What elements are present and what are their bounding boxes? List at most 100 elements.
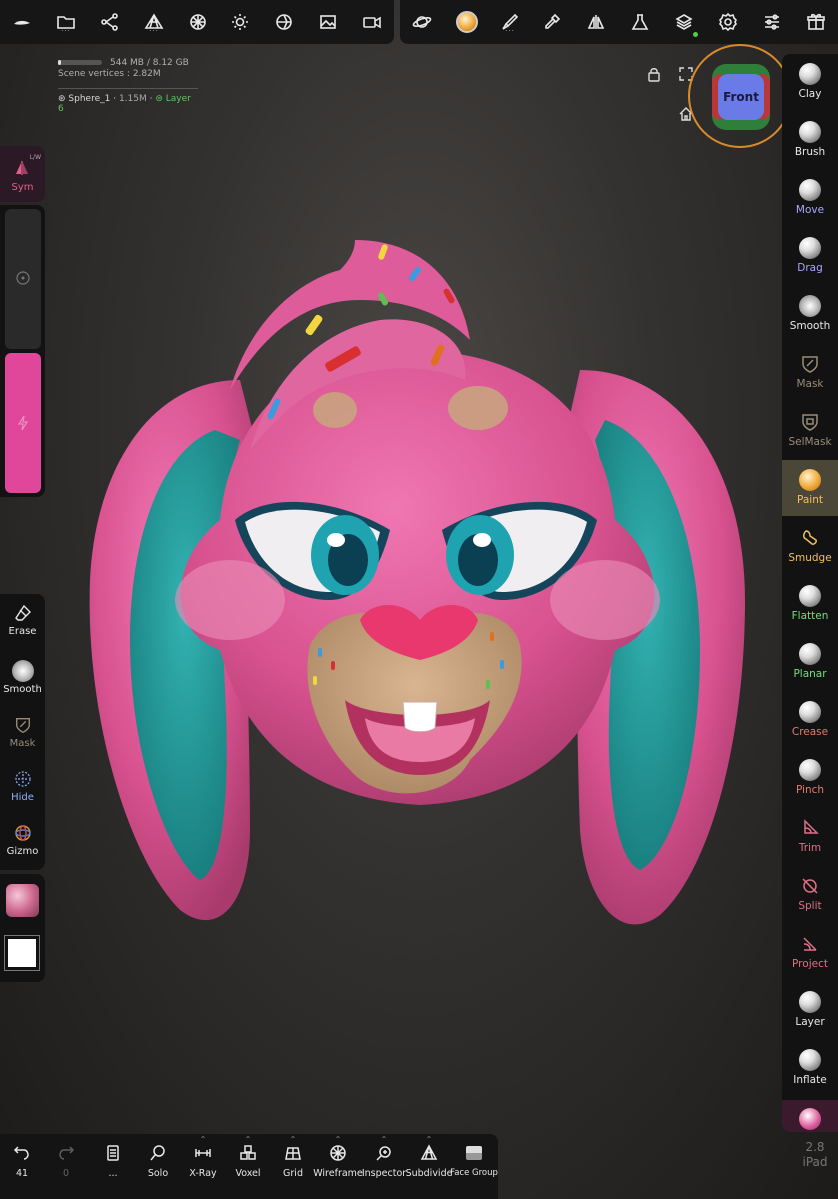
xray-button[interactable]: ^ X-Ray [181, 1136, 225, 1192]
material-preview[interactable] [6, 884, 39, 917]
tool-pinch[interactable]: Pinch [782, 750, 838, 806]
tool-drag[interactable]: Drag [782, 228, 838, 284]
tool-gizmo[interactable]: Gizmo [0, 814, 45, 868]
redo-count: 0 [62, 1168, 70, 1179]
object-icon: ⊛ [58, 94, 66, 104]
tool-label: Paint [797, 494, 823, 506]
top-toolbar-right: ... [400, 0, 838, 44]
tool-label: Smudge [788, 552, 832, 564]
inspector-button[interactable]: ^ Inspector [361, 1136, 407, 1192]
lock-icon[interactable] [646, 66, 662, 82]
sym-mode-label: L/W [29, 154, 41, 161]
radius-slider[interactable] [5, 209, 41, 377]
tool-crease[interactable]: Crease [782, 692, 838, 748]
material-sphere-icon[interactable] [184, 8, 212, 36]
tool-label: Planar [793, 668, 827, 680]
light-icon[interactable] [226, 8, 254, 36]
tool-selmask[interactable]: SelMask [782, 402, 838, 458]
picker-icon[interactable] [538, 8, 566, 36]
facegroup-button[interactable]: Face Group [450, 1142, 498, 1192]
grid-icon [282, 1142, 304, 1164]
next-tool-ball-icon [799, 1108, 821, 1130]
symmetry-toggle[interactable]: L/W Sym [0, 146, 45, 202]
view-cube-gizmo[interactable]: Front [688, 44, 792, 148]
brush-stroke-icon[interactable]: ... [496, 8, 524, 36]
settings-gear-icon[interactable] [714, 8, 742, 36]
voxel-button[interactable]: ^ Voxel [226, 1136, 270, 1192]
gift-icon[interactable] [802, 8, 830, 36]
tool-label: Smooth [789, 320, 831, 332]
paint-color-swatch[interactable] [4, 935, 40, 971]
chevron-up-icon: ^ [335, 1136, 341, 1143]
eraser-icon [12, 602, 34, 624]
tool-clay[interactable]: Clay [782, 54, 838, 110]
tool-split[interactable]: Split [782, 866, 838, 922]
tool-move[interactable]: Move [782, 170, 838, 226]
scene-tree-icon[interactable] [96, 8, 124, 36]
tool-label: Trim [798, 842, 822, 854]
tool-inflate[interactable]: Inflate [782, 1040, 838, 1096]
sym-label: Sym [11, 182, 34, 193]
shading-icon[interactable] [270, 8, 298, 36]
subdivide-icon [418, 1142, 440, 1164]
symmetry-icon [16, 161, 28, 175]
flask-icon[interactable] [626, 8, 654, 36]
redo-button[interactable]: 0 [44, 1142, 88, 1192]
tool-smooth-left[interactable]: Smooth [0, 652, 45, 706]
nomad-logo-icon[interactable] [8, 8, 36, 36]
tool-planar[interactable]: Planar [782, 634, 838, 690]
history-icon [102, 1142, 124, 1164]
view-cube-front-face[interactable]: Front [718, 74, 764, 120]
solo-button[interactable]: Solo [136, 1142, 180, 1192]
history-button[interactable]: ... [91, 1142, 135, 1192]
gizmo-icon [12, 822, 34, 844]
history-label: ... [108, 1168, 118, 1179]
tool-project[interactable]: Project [782, 924, 838, 980]
layers-icon[interactable] [670, 8, 698, 37]
tool-trim[interactable]: Trim [782, 808, 838, 864]
chevron-up-icon: ^ [290, 1136, 296, 1143]
split-icon [798, 874, 822, 898]
tool-mask[interactable]: Mask [782, 344, 838, 400]
redo-icon [55, 1142, 77, 1164]
tool-label: Split [798, 900, 822, 912]
smudge-icon [798, 526, 822, 550]
folder-icon[interactable]: ... [52, 8, 80, 36]
tool-flatten[interactable]: Flatten [782, 576, 838, 632]
solo-icon [147, 1142, 169, 1164]
undo-button[interactable]: 41 [0, 1142, 44, 1192]
subdivide-label: Subdivide [405, 1168, 453, 1179]
intensity-icon [17, 415, 29, 431]
tool-smudge[interactable]: Smudge [782, 518, 838, 574]
3d-viewport[interactable] [0, 0, 838, 1199]
intensity-slider[interactable] [5, 353, 41, 493]
tool-label: Hide [11, 792, 34, 803]
grid-button[interactable]: ^ Grid [271, 1136, 315, 1192]
tool-layer[interactable]: Layer [782, 982, 838, 1038]
tool-hide[interactable]: Hide [0, 760, 45, 814]
planet-icon[interactable] [408, 8, 436, 36]
paint-material-icon[interactable] [450, 5, 484, 39]
symmetry-icon[interactable] [582, 8, 610, 36]
flatten-ball-icon [798, 584, 822, 608]
project-icon [798, 932, 822, 956]
tool-brush[interactable]: Brush [782, 112, 838, 168]
sliders-icon[interactable] [758, 8, 786, 36]
object-info[interactable]: ⊛ Sphere_1 · 1.15M · ⊜ Layer 6 [58, 88, 198, 114]
tool-erase[interactable]: Erase [0, 594, 45, 648]
subdivide-button[interactable]: ^ Subdivide [405, 1136, 453, 1192]
material-color-panel [0, 874, 45, 982]
background-image-icon[interactable] [314, 8, 342, 36]
bunny-sculpt-model[interactable] [0, 0, 838, 1199]
camera-icon[interactable] [358, 8, 386, 36]
smooth-icon [11, 660, 34, 682]
tool-label: Mask [796, 378, 824, 390]
tool-mask-left[interactable]: Mask [0, 706, 45, 760]
wireframe-button[interactable]: ^ Wireframe [313, 1136, 363, 1192]
tool-next-partial[interactable] [782, 1100, 838, 1132]
inspector-label: Inspector [361, 1168, 407, 1179]
tool-label: Project [792, 958, 828, 970]
topology-icon[interactable]: ... [140, 8, 168, 36]
tool-paint[interactable]: Paint [782, 460, 838, 516]
tool-smooth[interactable]: Smooth [782, 286, 838, 342]
